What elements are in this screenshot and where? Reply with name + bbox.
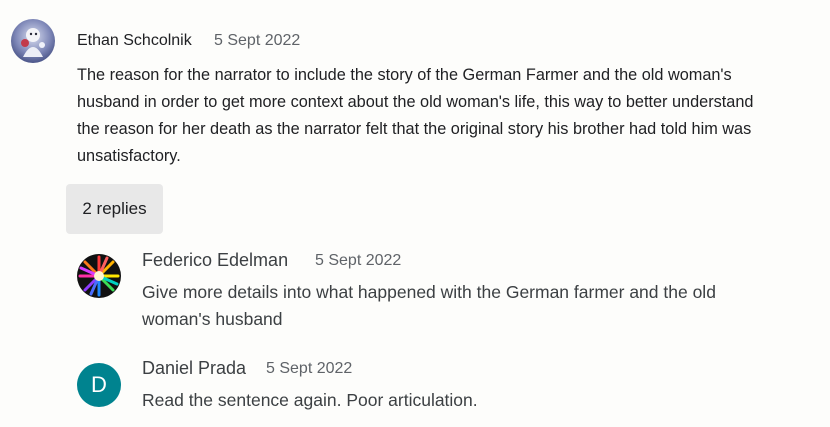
comment-line: The reason for the narrator to include t… — [77, 66, 732, 84]
reply-text: Give more details into what happened wit… — [142, 279, 822, 333]
reply-author-name: Daniel Prada — [142, 358, 247, 378]
comment-line: husband in order to get more context abo… — [77, 93, 754, 111]
snowy-figure-avatar-icon — [11, 19, 55, 63]
commenter-avatar[interactable] — [11, 19, 55, 63]
comment-line: unsatisfactory. — [77, 147, 181, 165]
comment-line: the reason for her death as the narrator… — [77, 120, 752, 138]
reply-avatar-letter[interactable]: D — [77, 363, 121, 407]
colorful-burst-avatar-icon — [77, 254, 121, 298]
reply-date: 5 Sept 2022 — [266, 360, 353, 377]
comment-date: 5 Sept 2022 — [214, 32, 301, 49]
reply-line: woman's husband — [142, 309, 283, 329]
show-replies-button[interactable]: 2 replies — [66, 184, 163, 234]
reply-line: Give more details into what happened wit… — [142, 282, 716, 302]
reply-author-name: Federico Edelman — [142, 250, 289, 270]
commenter-name: Ethan Schcolnik — [77, 32, 192, 49]
reply-line: Read the sentence again. Poor articulati… — [142, 390, 478, 410]
comment-text: The reason for the narrator to include t… — [77, 62, 822, 170]
reply-avatar[interactable] — [77, 254, 121, 298]
reply-date: 5 Sept 2022 — [315, 252, 402, 269]
reply-text: Read the sentence again. Poor articulati… — [142, 387, 822, 414]
